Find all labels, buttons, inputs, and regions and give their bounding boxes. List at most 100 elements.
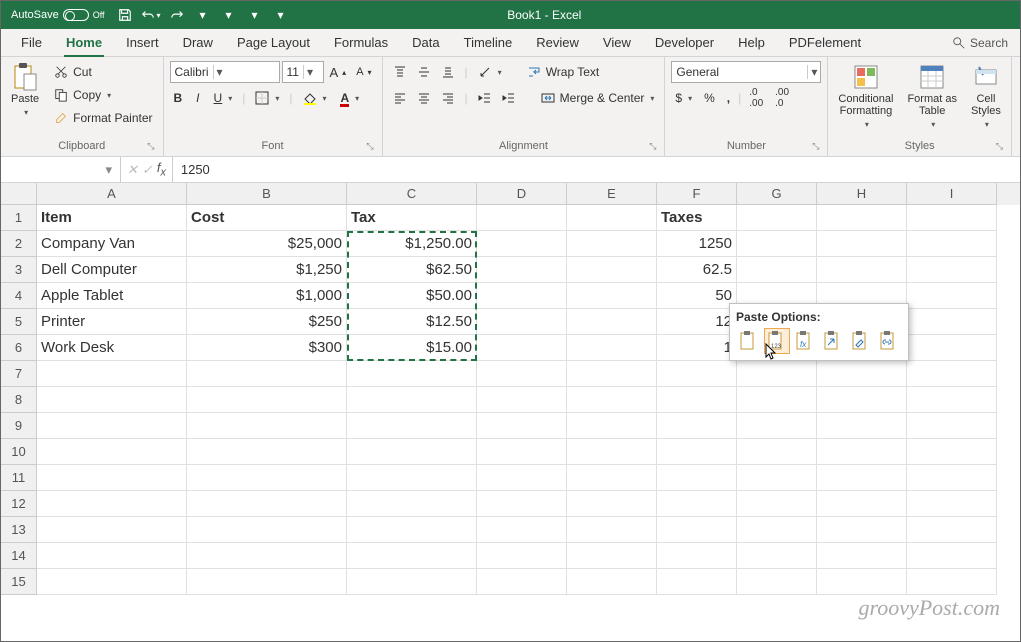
cut-button[interactable]: Cut — [49, 61, 156, 83]
cell[interactable] — [37, 569, 187, 595]
cell[interactable] — [567, 309, 657, 335]
save-icon[interactable] — [113, 3, 137, 27]
cell[interactable] — [37, 517, 187, 543]
decrease-font-button[interactable]: A▾ — [352, 61, 375, 83]
cell[interactable] — [907, 465, 997, 491]
row-header[interactable]: 10 — [1, 439, 37, 465]
row-header[interactable]: 3 — [1, 257, 37, 283]
paste-button[interactable]: Paste▾ — [7, 61, 43, 121]
cell[interactable] — [907, 569, 997, 595]
cell[interactable] — [347, 465, 477, 491]
cell[interactable]: Dell Computer — [37, 257, 187, 283]
cell[interactable] — [737, 569, 817, 595]
cell[interactable]: 62.5 — [657, 257, 737, 283]
conditional-formatting-button[interactable]: Conditional Formatting▾ — [834, 61, 897, 133]
align-bottom-button[interactable] — [437, 61, 459, 83]
cell[interactable] — [477, 335, 567, 361]
font-size-combo[interactable]: 11▾ — [282, 61, 324, 83]
column-header[interactable]: G — [737, 183, 817, 205]
cell[interactable] — [907, 361, 997, 387]
select-all-button[interactable] — [1, 183, 37, 205]
cell[interactable]: Item — [37, 205, 187, 231]
italic-button[interactable]: I — [192, 87, 203, 109]
cell[interactable] — [817, 387, 907, 413]
increase-font-button[interactable]: A▴ — [326, 61, 351, 83]
row-header[interactable]: 4 — [1, 283, 37, 309]
row-header[interactable]: 8 — [1, 387, 37, 413]
cell[interactable] — [817, 205, 907, 231]
tab-page-layout[interactable]: Page Layout — [225, 29, 322, 56]
tab-draw[interactable]: Draw — [171, 29, 225, 56]
cell[interactable] — [737, 361, 817, 387]
cell[interactable] — [347, 569, 477, 595]
cell[interactable] — [907, 413, 997, 439]
column-header[interactable]: I — [907, 183, 997, 205]
percent-button[interactable]: % — [700, 87, 719, 109]
cell[interactable] — [567, 465, 657, 491]
cell[interactable] — [347, 439, 477, 465]
cell[interactable] — [477, 465, 567, 491]
cell[interactable]: $12.50 — [347, 309, 477, 335]
paste-link-button[interactable] — [876, 328, 902, 354]
cell[interactable] — [817, 465, 907, 491]
cell[interactable] — [37, 465, 187, 491]
qat-button[interactable]: ▾ — [269, 3, 293, 27]
row-header[interactable]: 12 — [1, 491, 37, 517]
cell[interactable] — [477, 231, 567, 257]
cell[interactable] — [657, 491, 737, 517]
row-header[interactable]: 5 — [1, 309, 37, 335]
column-header[interactable]: C — [347, 183, 477, 205]
row-header[interactable]: 2 — [1, 231, 37, 257]
tab-formulas[interactable]: Formulas — [322, 29, 400, 56]
fill-color-button[interactable]: ▾ — [298, 87, 330, 109]
cell[interactable] — [477, 413, 567, 439]
row-header[interactable]: 11 — [1, 465, 37, 491]
font-color-button[interactable]: A▾ — [336, 87, 363, 109]
align-center-button[interactable] — [413, 87, 435, 109]
row-header[interactable]: 7 — [1, 361, 37, 387]
cell[interactable] — [657, 465, 737, 491]
tab-review[interactable]: Review — [524, 29, 591, 56]
cell[interactable] — [817, 569, 907, 595]
cell[interactable] — [817, 413, 907, 439]
autosave-toggle[interactable]: AutoSave Off — [5, 9, 111, 21]
cell[interactable] — [37, 439, 187, 465]
name-box[interactable]: ▾ — [1, 157, 121, 182]
cell[interactable] — [347, 491, 477, 517]
cell[interactable] — [477, 257, 567, 283]
cell[interactable] — [187, 491, 347, 517]
cell[interactable]: Work Desk — [37, 335, 187, 361]
align-right-button[interactable] — [437, 87, 459, 109]
row-header[interactable]: 9 — [1, 413, 37, 439]
cell[interactable]: 1250 — [657, 231, 737, 257]
cell[interactable] — [657, 413, 737, 439]
cell[interactable] — [477, 569, 567, 595]
tab-view[interactable]: View — [591, 29, 643, 56]
cell[interactable]: Company Van — [37, 231, 187, 257]
cell[interactable] — [567, 335, 657, 361]
font-name-combo[interactable]: Calibri▾ — [170, 61, 280, 83]
cell[interactable] — [737, 387, 817, 413]
cell[interactable] — [817, 361, 907, 387]
cell[interactable] — [37, 543, 187, 569]
cell[interactable] — [187, 413, 347, 439]
cell[interactable] — [567, 283, 657, 309]
cell[interactable]: 50 — [657, 283, 737, 309]
cell[interactable] — [567, 543, 657, 569]
copy-button[interactable]: Copy▾ — [49, 84, 156, 106]
row-header[interactable]: 14 — [1, 543, 37, 569]
cell[interactable] — [477, 439, 567, 465]
cell[interactable]: $1,250.00 — [347, 231, 477, 257]
cell[interactable] — [817, 517, 907, 543]
cell[interactable] — [567, 491, 657, 517]
cell[interactable]: $62.50 — [347, 257, 477, 283]
cell[interactable]: $15.00 — [347, 335, 477, 361]
qat-button[interactable]: ▾ — [217, 3, 241, 27]
cell[interactable] — [817, 491, 907, 517]
cell[interactable] — [907, 257, 997, 283]
cancel-icon[interactable]: ✕ — [127, 162, 138, 178]
orientation-button[interactable]: ▾ — [474, 61, 506, 83]
cell[interactable] — [477, 543, 567, 569]
cell[interactable] — [567, 231, 657, 257]
cell[interactable] — [477, 491, 567, 517]
